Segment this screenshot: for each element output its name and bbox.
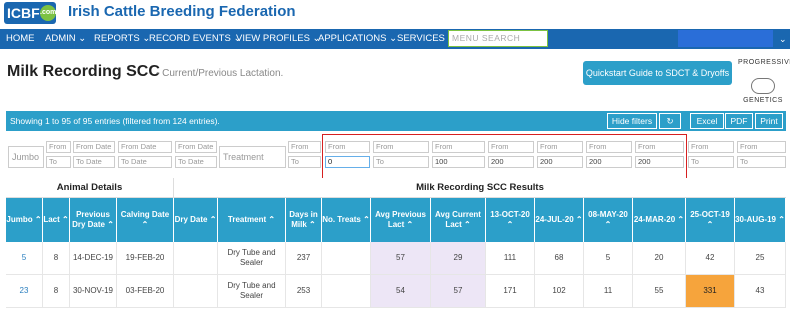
prev-dry-to-filter[interactable]: To Date: [73, 156, 115, 168]
lact-to-filter[interactable]: To: [46, 156, 71, 168]
table-toolbar: Showing 1 to 95 of 95 entries (filtered …: [6, 111, 786, 131]
scc-results-header: Milk Recording SCC Results: [174, 178, 786, 198]
row1-13-oct-20: 111: [486, 242, 535, 275]
row1-25-oct-19: 42: [686, 242, 735, 275]
row1-prev-dry-date: 14-DEC-19: [70, 242, 117, 275]
row1-08-may-20: 5: [584, 242, 633, 275]
col-no-treats[interactable]: No. Treats ⌃: [322, 198, 371, 242]
row2-avg-curr: 57: [431, 275, 486, 308]
row2-calving-date: 03-FEB-20: [117, 275, 174, 308]
col-25-oct-19[interactable]: 25-OCT-19 ⌃: [686, 198, 735, 242]
prev-dry-from-filter[interactable]: From Date: [73, 141, 115, 153]
col-24-jul-20[interactable]: 24-JUL-20 ⌃: [535, 198, 584, 242]
days-in-milk-to-filter[interactable]: To: [288, 156, 321, 168]
calving-from-filter[interactable]: From Date: [118, 141, 172, 153]
dry-date-to-filter[interactable]: To Date: [175, 156, 217, 168]
row2-jumbo-link[interactable]: 23: [6, 275, 43, 308]
col-30-aug-19[interactable]: 30-AUG-19 ⌃: [735, 198, 786, 242]
row1-treatment: Dry Tube and Sealer: [218, 242, 286, 275]
d30aug19-from-filter[interactable]: From: [737, 141, 786, 153]
org-name[interactable]: Irish Cattle Breeding Federation: [68, 3, 296, 20]
row1-avg-curr: 29: [431, 242, 486, 275]
page-subtitle: - Current/Previous Lactation.: [156, 68, 284, 79]
row2-24-jul-20: 102: [535, 275, 584, 308]
calving-to-filter[interactable]: To Date: [118, 156, 172, 168]
treatment-filter[interactable]: Treatment: [219, 146, 286, 168]
col-calving-date[interactable]: Calving Date ⌃: [117, 198, 174, 242]
col-13-oct-20[interactable]: 13-OCT-20 ⌃: [486, 198, 535, 242]
col-jumbo[interactable]: Jumbo ⌃: [6, 198, 43, 242]
hide-filters-button[interactable]: Hide filters: [607, 113, 657, 129]
logo-text: ICBF: [7, 5, 40, 21]
col-lact[interactable]: Lact ⌃: [43, 198, 70, 242]
row1-24-mar-20: 20: [633, 242, 686, 275]
jumbo-filter[interactable]: Jumbo: [8, 146, 44, 168]
row2-treatment: Dry Tube and Sealer: [218, 275, 286, 308]
row2-days-in-milk: 253: [286, 275, 322, 308]
row2-no-treats: [322, 275, 371, 308]
quickstart-guide-button[interactable]: Quickstart Guide to SDCT & Dryoffs: [583, 61, 732, 85]
row1-30-aug-19: 25: [735, 242, 786, 275]
col-24-mar-20[interactable]: 24-MAR-20 ⌃: [633, 198, 686, 242]
row2-25-oct-19-high-scc: 331: [686, 275, 735, 308]
row1-lact: 8: [43, 242, 70, 275]
nav-home[interactable]: HOME: [6, 29, 35, 49]
animal-details-header: Animal Details: [6, 178, 174, 198]
site-header: ICBF .com Irish Cattle Breeding Federati…: [0, 0, 790, 28]
pdf-button[interactable]: PDF: [725, 113, 753, 129]
nav-record-events[interactable]: RECORD EVENTS ⌄: [149, 29, 241, 49]
print-button[interactable]: Print: [755, 113, 783, 129]
row2-24-mar-20: 55: [633, 275, 686, 308]
logo-badge: .com: [40, 5, 56, 21]
excel-button[interactable]: Excel: [690, 113, 724, 129]
row1-days-in-milk: 237: [286, 242, 322, 275]
row1-no-treats: [322, 242, 371, 275]
row2-13-oct-20: 171: [486, 275, 535, 308]
row2-lact: 8: [43, 275, 70, 308]
row2-prev-dry-date: 30-NOV-19: [70, 275, 117, 308]
row2-30-aug-19: 43: [735, 275, 786, 308]
user-menu[interactable]: [678, 30, 773, 47]
nav-applications[interactable]: APPLICATIONS ⌄: [318, 29, 397, 49]
entries-info: Showing 1 to 95 of 95 entries (filtered …: [10, 116, 220, 126]
nav-view-profiles[interactable]: VIEW PROFILES ⌄: [236, 29, 321, 49]
col-previous-dry-date[interactable]: Previous Dry Date ⌃: [70, 198, 117, 242]
row1-calving-date: 19-FEB-20: [117, 242, 174, 275]
row2-avg-prev: 54: [371, 275, 431, 308]
col-avg-current-lact[interactable]: Avg Current Lact ⌃: [431, 198, 486, 242]
progressive-genetics-logo: PROGRESSIVE GENETICS: [738, 59, 790, 107]
col-avg-previous-lact[interactable]: Avg Previous Lact ⌃: [371, 198, 431, 242]
partner-logo-line1: PROGRESSIVE: [738, 59, 790, 66]
icbf-logo[interactable]: ICBF .com: [4, 2, 56, 24]
row1-24-jul-20: 68: [535, 242, 584, 275]
genetics-symbol-icon: [751, 78, 775, 94]
page-title: Milk Recording SCC: [7, 63, 160, 80]
lact-from-filter[interactable]: From: [46, 141, 71, 153]
main-nav: HOME ADMIN ⌄ REPORTS ⌄ RECORD EVENTS ⌄ V…: [0, 29, 790, 49]
row1-dry-date: [174, 242, 218, 275]
chevron-down-icon[interactable]: ⌄: [779, 29, 787, 49]
d25oct19-from-filter[interactable]: From: [688, 141, 734, 153]
row1-avg-prev: 57: [371, 242, 431, 275]
dry-date-from-filter[interactable]: From Date: [175, 141, 217, 153]
col-08-may-20[interactable]: 08-MAY-20 ⌃: [584, 198, 633, 242]
menu-search-input[interactable]: MENU SEARCH: [448, 30, 548, 47]
highlighted-filter-region: [322, 134, 687, 180]
col-days-in-milk[interactable]: Days in Milk ⌃: [286, 198, 322, 242]
row2-dry-date: [174, 275, 218, 308]
row1-jumbo-link[interactable]: 5: [6, 242, 43, 275]
col-treatment[interactable]: Treatment ⌃: [218, 198, 286, 242]
partner-logo-line2: GENETICS: [743, 97, 783, 104]
d30aug19-to-filter[interactable]: To: [737, 156, 786, 168]
row2-08-may-20: 11: [584, 275, 633, 308]
refresh-icon[interactable]: ↻: [659, 113, 681, 129]
col-dry-date[interactable]: Dry Date ⌃: [174, 198, 218, 242]
days-in-milk-from-filter[interactable]: From: [288, 141, 321, 153]
nav-admin[interactable]: ADMIN ⌄: [45, 29, 86, 49]
nav-reports[interactable]: REPORTS ⌄: [94, 29, 150, 49]
d25oct19-to-filter[interactable]: To: [688, 156, 734, 168]
nav-services[interactable]: SERVICES ⌄: [397, 29, 455, 49]
